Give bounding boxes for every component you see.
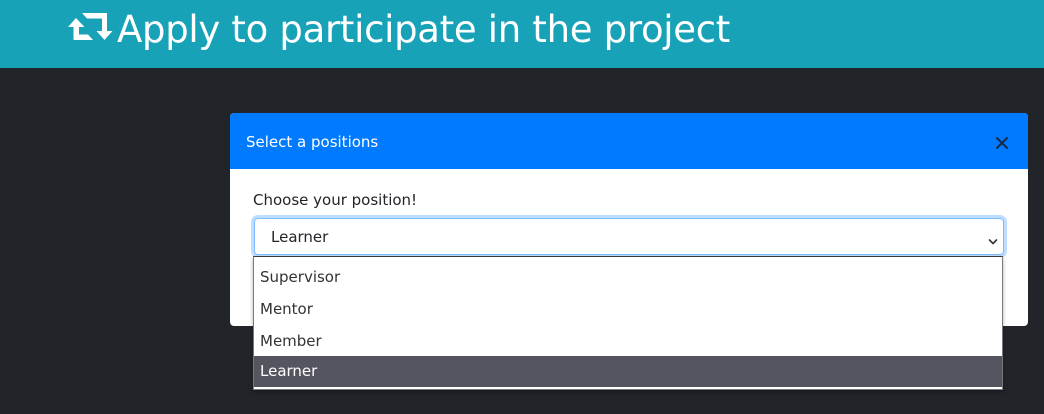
modal-title: Select a positions	[246, 133, 379, 151]
option-member[interactable]: Member	[254, 326, 1002, 357]
option-mentor[interactable]: Mentor	[254, 294, 1002, 325]
modal-header: Select a positions	[230, 113, 1028, 169]
position-select[interactable]: Learner	[254, 218, 1004, 255]
retweet-icon	[66, 13, 116, 47]
position-field-label: Choose your position!	[253, 191, 418, 209]
page-title: Apply to participate in the project	[117, 8, 730, 51]
position-dropdown-list: Supervisor Mentor Member Learner	[253, 256, 1003, 390]
option-supervisor[interactable]: Supervisor	[254, 262, 1002, 293]
option-learner[interactable]: Learner	[254, 356, 1002, 387]
close-button[interactable]	[990, 130, 1014, 154]
page-header: Apply to participate in the project	[0, 0, 1044, 68]
chevron-down-icon	[988, 232, 998, 245]
close-icon	[990, 137, 1014, 157]
position-select-value: Learner	[271, 228, 329, 246]
